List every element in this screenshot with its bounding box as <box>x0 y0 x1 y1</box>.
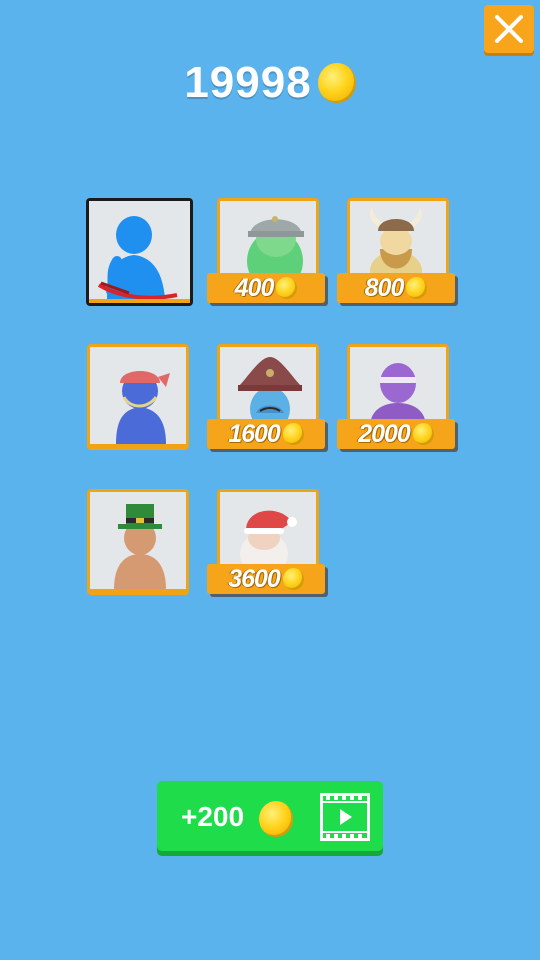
price-tag: 1600 <box>207 419 325 449</box>
skin-card-pirate[interactable]: 1600 <box>207 344 325 450</box>
skin-preview <box>90 492 186 589</box>
price-label: 2000 <box>358 419 411 448</box>
gold-coin-icon <box>317 63 356 103</box>
gold-coin-icon <box>282 568 304 590</box>
price-tag: 3600 <box>207 564 325 594</box>
skin-preview <box>90 347 186 444</box>
price-tag: 800 <box>337 273 455 303</box>
skin-card-soldier[interactable]: 400 <box>207 198 325 304</box>
skin-card-viking[interactable]: 800 <box>337 198 455 304</box>
coin-count: 19998 <box>184 58 312 107</box>
skin-card-leprechaun[interactable] <box>87 489 189 595</box>
close-icon <box>495 15 523 43</box>
skin-preview <box>89 201 190 299</box>
gold-coin-icon <box>282 423 304 445</box>
price-label: 400 <box>234 273 275 302</box>
skin-card-blue-archer[interactable] <box>86 198 193 306</box>
soldier-character-icon <box>247 216 304 281</box>
price-label: 1600 <box>228 419 281 448</box>
price-label: 800 <box>364 273 405 302</box>
blue-archer-character-icon <box>97 216 178 299</box>
gold-coin-icon <box>412 423 434 445</box>
pirate-character-icon <box>238 357 302 427</box>
reward-amount-label: +200 <box>181 801 245 832</box>
price-label: 3600 <box>228 564 281 593</box>
skin-card-ninja[interactable]: 2000 <box>337 344 455 450</box>
price-tag: 2000 <box>337 419 455 449</box>
close-button[interactable] <box>484 5 534 53</box>
gold-coin-icon <box>276 277 298 299</box>
red-bandana-character-icon <box>116 371 170 444</box>
coin-balance: 19998 <box>0 58 540 108</box>
watch-ad-reward-button[interactable]: +200 <box>157 781 383 851</box>
viking-character-icon <box>370 207 422 281</box>
video-ad-icon <box>320 793 370 841</box>
skin-card-santa[interactable]: 3600 <box>207 489 325 595</box>
gold-coin-icon <box>259 801 293 837</box>
santa-character-icon <box>240 510 297 572</box>
gold-coin-icon <box>406 277 428 299</box>
skin-card-red-bandana[interactable] <box>87 344 189 450</box>
price-tag: 400 <box>207 273 325 303</box>
leprechaun-character-icon <box>114 504 166 589</box>
ninja-character-icon <box>370 363 426 427</box>
